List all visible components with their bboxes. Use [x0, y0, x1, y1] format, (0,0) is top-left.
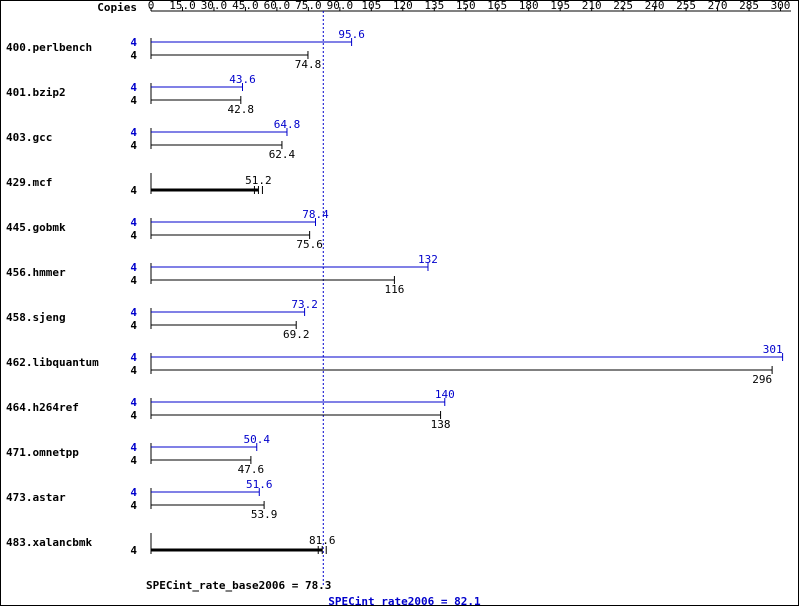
svg-text:195: 195	[550, 1, 570, 12]
svg-text:90.0: 90.0	[327, 1, 354, 12]
svg-text:45.0: 45.0	[232, 1, 259, 12]
peak-value: 301	[763, 343, 783, 356]
copies-peak: 4	[130, 216, 137, 229]
svg-text:75.0: 75.0	[295, 1, 322, 12]
copies-peak: 4	[130, 306, 137, 319]
copies-base: 4	[130, 544, 137, 557]
svg-text:180: 180	[519, 1, 539, 12]
copies-peak: 4	[130, 351, 137, 364]
svg-text:0: 0	[148, 1, 155, 12]
copies-base: 4	[130, 319, 137, 332]
copies-base: 4	[130, 274, 137, 287]
copies-base: 4	[130, 94, 137, 107]
peak-value: 64.8	[274, 118, 301, 131]
base-value: 69.2	[283, 328, 310, 341]
svg-text:225: 225	[613, 1, 633, 12]
base-value: 74.8	[295, 58, 322, 71]
svg-text:135: 135	[424, 1, 444, 12]
base-value: 62.4	[269, 148, 296, 161]
benchmark-name: 464.h264ref	[6, 401, 79, 414]
copies-base: 4	[130, 454, 137, 467]
copies-peak: 4	[130, 261, 137, 274]
svg-text:165: 165	[487, 1, 507, 12]
benchmark-name: 458.sjeng	[6, 311, 66, 324]
peak-value: 43.6	[229, 73, 256, 86]
base-value: 47.6	[238, 463, 265, 476]
benchmark-name: 429.mcf	[6, 176, 52, 189]
peak-value: 78.4	[302, 208, 329, 221]
base-value: 53.9	[251, 508, 278, 521]
svg-text:300: 300	[771, 1, 791, 12]
benchmark-name: 456.hmmer	[6, 266, 66, 279]
base-value: 75.6	[296, 238, 323, 251]
benchmark-name: 400.perlbench	[6, 41, 92, 54]
base-value: 116	[384, 283, 404, 296]
peak-value: 140	[435, 388, 455, 401]
svg-text:30.0: 30.0	[201, 1, 228, 12]
base-value: 81.6	[309, 534, 336, 547]
benchmark-name: 473.astar	[6, 491, 66, 504]
base-value: 42.8	[228, 103, 255, 116]
copies-base: 4	[130, 229, 137, 242]
copies-peak: 4	[130, 441, 137, 454]
footer-peak: SPECint_rate2006 = 82.1	[328, 595, 481, 605]
copies-peak: 4	[130, 486, 137, 499]
benchmark-name: 401.bzip2	[6, 86, 66, 99]
benchmark-name: 403.gcc	[6, 131, 52, 144]
svg-text:60.0: 60.0	[264, 1, 291, 12]
peak-value: 73.2	[291, 298, 318, 311]
benchmark-name: 471.omnetpp	[6, 446, 79, 459]
copies-header: Copies	[97, 1, 137, 14]
copies-base: 4	[130, 364, 137, 377]
copies-base: 4	[130, 499, 137, 512]
benchmark-name: 445.gobmk	[6, 221, 66, 234]
svg-text:120: 120	[393, 1, 413, 12]
copies-peak: 4	[130, 81, 137, 94]
svg-text:15.0: 15.0	[169, 1, 196, 12]
peak-value: 95.6	[338, 28, 365, 41]
footer-base: SPECint_rate_base2006 = 78.3	[146, 579, 331, 592]
base-value: 51.2	[245, 174, 272, 187]
svg-text:105: 105	[361, 1, 381, 12]
benchmark-name: 483.xalancbmk	[6, 536, 92, 549]
base-value: 296	[752, 373, 772, 386]
svg-text:240: 240	[645, 1, 665, 12]
benchmark-name: 462.libquantum	[6, 356, 99, 369]
copies-peak: 4	[130, 36, 137, 49]
peak-value: 132	[418, 253, 438, 266]
copies-base: 4	[130, 49, 137, 62]
spec-chart: 0 15.0 30.0 45.0 60.0 75.0 90.0 105 120 135 150 165…	[0, 0, 799, 606]
copies-peak: 4	[130, 126, 137, 139]
svg-text:285: 285	[739, 1, 759, 12]
svg-text:210: 210	[582, 1, 602, 12]
copies-peak: 4	[130, 396, 137, 409]
copies-base: 4	[130, 409, 137, 422]
copies-base: 4	[130, 184, 137, 197]
copies-base: 4	[130, 139, 137, 152]
svg-text:255: 255	[676, 1, 696, 12]
peak-value: 50.4	[244, 433, 271, 446]
base-value: 138	[431, 418, 451, 431]
svg-text:270: 270	[708, 1, 728, 12]
svg-text:150: 150	[456, 1, 476, 12]
peak-value: 51.6	[246, 478, 273, 491]
